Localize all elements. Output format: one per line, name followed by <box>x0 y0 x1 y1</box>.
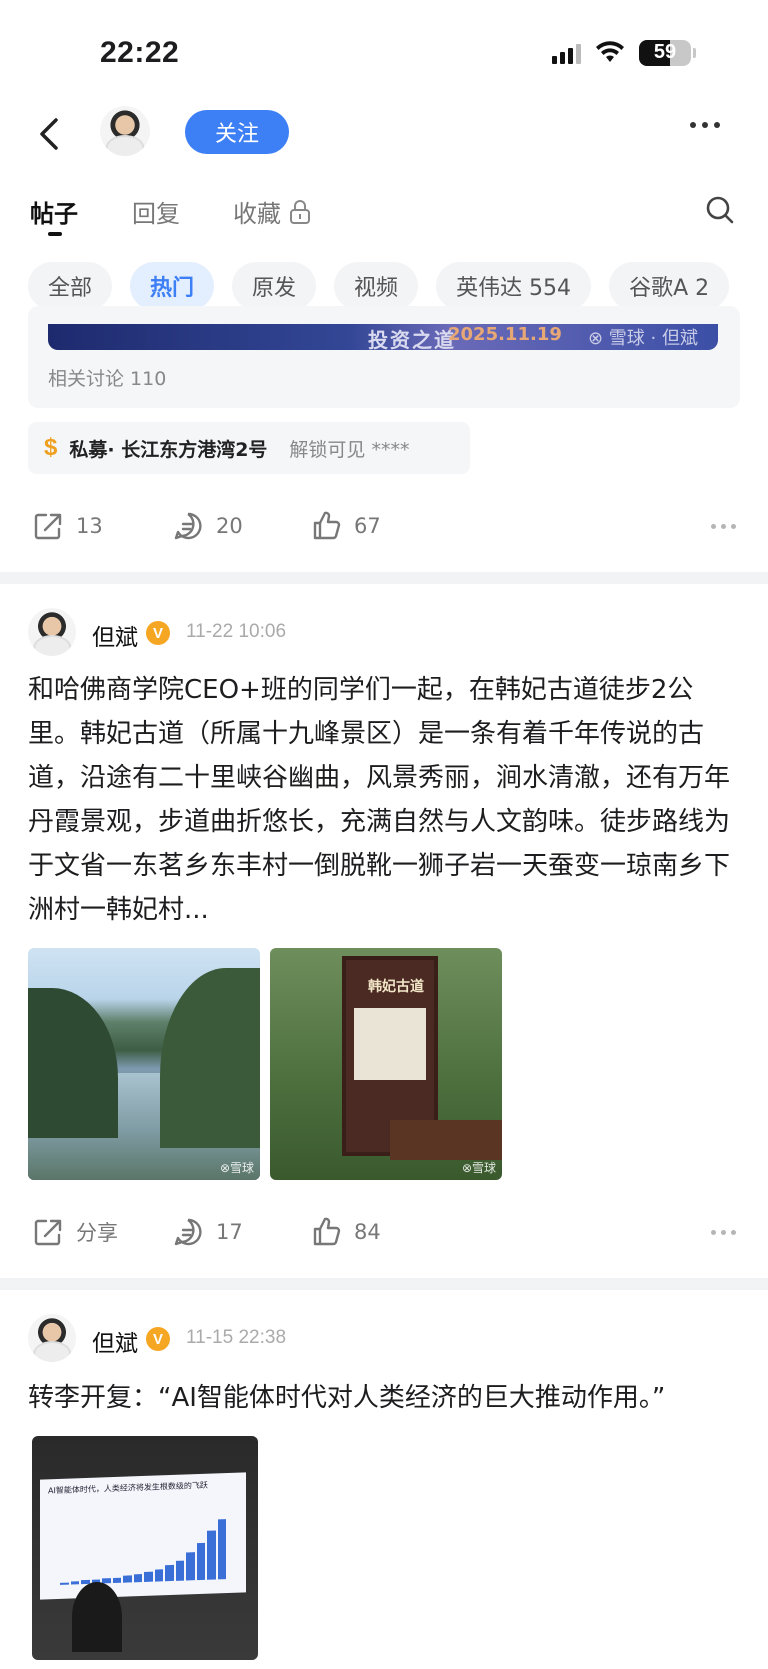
thumbs-up-icon <box>313 511 341 540</box>
comment-button[interactable]: 17 <box>172 1216 243 1248</box>
cellular-signal-icon <box>552 42 581 64</box>
status-bar: 22:22 59 <box>0 0 768 100</box>
share-button[interactable]: 分享 <box>32 1216 118 1248</box>
tab-favorites-label: 收藏 <box>233 200 281 228</box>
search-icon[interactable] <box>704 194 736 226</box>
chip-original[interactable]: 原发 <box>232 262 317 310</box>
post-text[interactable]: 和哈佛商学院CEO+班的同学们一起，在韩妃古道徒步2公里。韩妃古道（所属十九峰景… <box>28 668 740 932</box>
share-icon <box>34 1219 62 1246</box>
quoted-article-card[interactable]: 投资之道 2025.11.19 ⊗ 雪球 · 但斌 相关讨论 110 <box>28 306 740 408</box>
tab-posts[interactable]: 帖子 <box>30 194 78 229</box>
post-header: 但斌 V 11-15 22:38 <box>28 1314 728 1364</box>
back-arrow-icon[interactable] <box>30 114 70 154</box>
sign-title: 韩妃古道 <box>368 979 424 995</box>
river-hill-left <box>28 988 118 1138</box>
share-icon <box>34 513 62 540</box>
status-icons: 59 <box>552 40 696 66</box>
post-image-sign[interactable]: 韩妃古道 ⊗雪球 <box>270 948 502 1180</box>
verified-badge-icon: V <box>146 1327 170 1351</box>
watermark: ⊗雪球 <box>219 1161 254 1175</box>
follow-button[interactable]: 关注 <box>185 110 289 154</box>
quoted-article-banner: 投资之道 2025.11.19 ⊗ 雪球 · 但斌 <box>48 324 718 350</box>
post-actions: 13 20 67 <box>0 502 768 552</box>
profile-avatar[interactable] <box>100 106 150 156</box>
fund-name: 私募· 长江东方港湾2号 <box>69 438 268 461</box>
post-text[interactable]: 转李开复：“AI智能体时代对人类经济的巨大推动作用。” <box>28 1376 740 1420</box>
comment-icon <box>174 1218 202 1246</box>
battery-icon: 59 <box>639 40 691 66</box>
comment-icon <box>174 512 202 540</box>
tab-active-indicator <box>48 232 62 236</box>
profile-tabs: 帖子 回复 收藏 <box>0 186 768 242</box>
verified-badge-icon: V <box>146 621 170 645</box>
sign-map <box>354 1008 426 1080</box>
wifi-icon <box>596 41 624 62</box>
chip-video[interactable]: 视频 <box>334 262 419 310</box>
river-hill-right <box>160 968 260 1148</box>
author-avatar[interactable] <box>28 1314 76 1362</box>
battery-level: 59 <box>653 41 677 63</box>
like-button[interactable]: 67 <box>310 510 381 542</box>
post-actions: 分享 17 84 <box>0 1208 768 1258</box>
comment-button[interactable]: 20 <box>172 510 243 542</box>
related-discussions: 相关讨论 110 <box>48 368 167 390</box>
banner-text-source: ⊗ 雪球 · 但斌 <box>588 328 698 349</box>
chip-all[interactable]: 全部 <box>28 262 113 310</box>
post-more-icon[interactable] <box>711 524 736 529</box>
post-more-icon[interactable] <box>711 1230 736 1235</box>
author-name[interactable]: 但斌 <box>92 618 138 652</box>
post-separator <box>0 572 768 584</box>
comment-count: 17 <box>216 1220 243 1244</box>
comment-count: 20 <box>216 514 243 538</box>
fund-lock-text: 解锁可见 **** <box>289 438 410 461</box>
share-count: 13 <box>76 514 103 538</box>
slide-title: AI智能体时代，人类经济将发生根数级的飞跃 <box>48 1480 208 1496</box>
post-separator <box>0 1278 768 1290</box>
chip-hot[interactable]: 热门 <box>130 262 215 310</box>
post-time: 11-22 10:06 <box>186 621 287 642</box>
share-label: 分享 <box>76 1221 118 1245</box>
chip-nvidia[interactable]: 英伟达 554 <box>436 262 592 310</box>
tab-favorites[interactable]: 收藏 <box>233 194 311 229</box>
author-avatar[interactable] <box>28 608 76 656</box>
post-image-slide[interactable]: AI智能体时代，人类经济将发生根数级的飞跃 <box>32 1436 258 1660</box>
tab-replies[interactable]: 回复 <box>132 194 180 229</box>
fund-tag[interactable]: $ 私募· 长江东方港湾2号 解锁可见 **** <box>28 422 470 474</box>
thumbs-up-icon <box>313 1217 341 1246</box>
top-nav: 关注 <box>0 100 768 172</box>
banner-text-title: 投资之道 <box>368 328 456 350</box>
post-time: 11-15 22:38 <box>186 1327 287 1348</box>
watermark: ⊗雪球 <box>461 1161 496 1175</box>
filter-chips: 全部 热门 原发 视频 英伟达 554 谷歌A 2 <box>28 262 730 310</box>
like-count: 67 <box>354 514 381 538</box>
like-count: 84 <box>354 1220 381 1244</box>
dollar-icon: $ <box>44 434 58 461</box>
battery-tip <box>693 48 696 58</box>
share-button[interactable]: 13 <box>32 510 103 542</box>
sign-railing <box>390 1120 502 1160</box>
post-header: 但斌 V 11-22 10:06 <box>28 608 728 658</box>
like-button[interactable]: 84 <box>310 1216 381 1248</box>
tab-posts-label: 帖子 <box>30 200 78 228</box>
status-time: 22:22 <box>100 36 180 69</box>
tab-replies-label: 回复 <box>132 200 180 228</box>
author-name[interactable]: 但斌 <box>92 1324 138 1358</box>
audience-silhouette <box>72 1582 122 1652</box>
lock-icon <box>290 199 310 224</box>
post-image-river[interactable]: ⊗雪球 <box>28 948 260 1180</box>
slide-chart <box>60 1519 226 1585</box>
presentation-screen: AI智能体时代，人类经济将发生根数级的飞跃 <box>40 1472 246 1600</box>
chip-google[interactable]: 谷歌A 2 <box>609 262 730 310</box>
more-options-icon[interactable] <box>690 122 720 128</box>
banner-text-date: 2025.11.19 <box>448 324 562 345</box>
